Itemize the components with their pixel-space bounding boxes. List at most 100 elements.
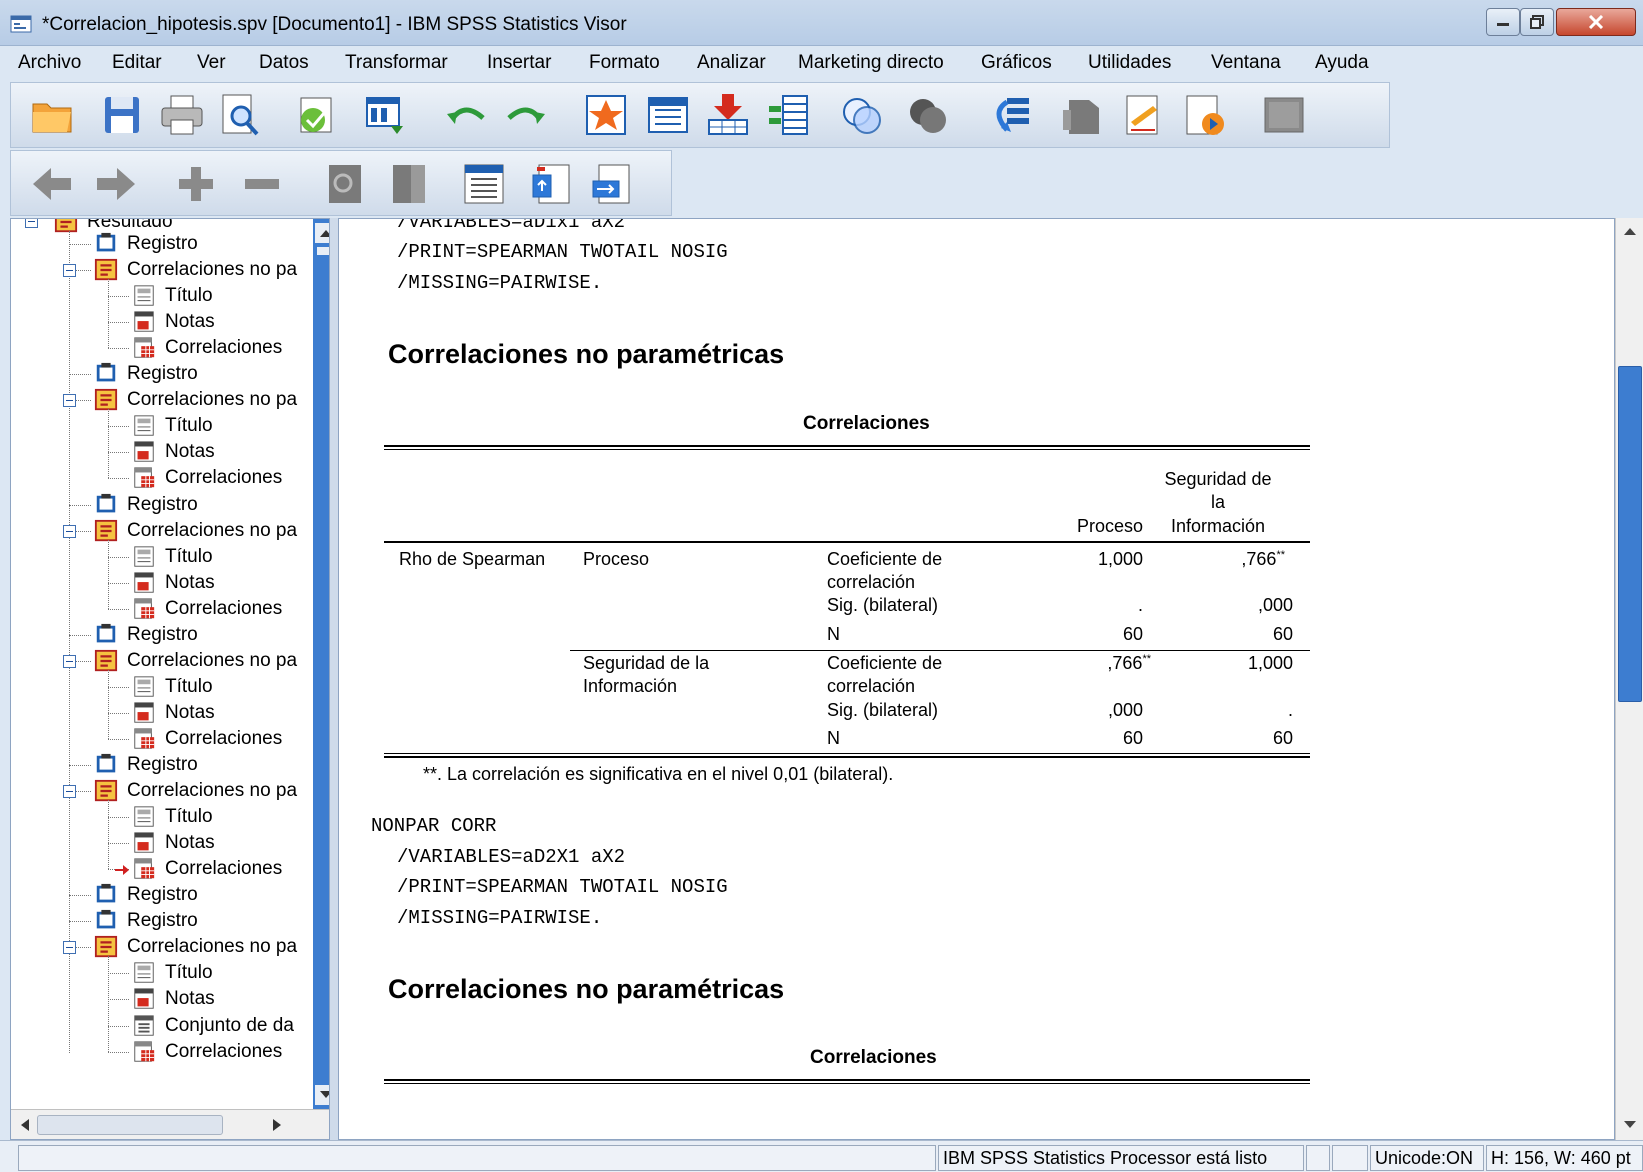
col-header-proceso: Proceso	[1076, 516, 1143, 536]
menu-datos[interactable]: Datos	[259, 52, 309, 74]
collapse-toggle[interactable]	[63, 785, 76, 799]
menu-insertar[interactable]: Insertar	[487, 52, 551, 74]
open-icon[interactable]	[29, 92, 75, 138]
minimize-button[interactable]	[1486, 8, 1520, 36]
scroll-up-icon[interactable]	[315, 223, 330, 243]
close-icon	[1588, 15, 1604, 29]
tree-connector	[108, 843, 129, 845]
maximize-button[interactable]	[1520, 8, 1554, 36]
tree-connector	[69, 504, 91, 506]
tree-item-label: Correlaciones no pa	[127, 936, 298, 958]
scroll-down-icon[interactable]	[1619, 1116, 1641, 1134]
menu-ventana[interactable]: Ventana	[1211, 52, 1281, 74]
outline-pane[interactable]: Resultado Registro Correlaciones no pa Títu…	[10, 218, 330, 1140]
collapse-toggle[interactable]	[63, 524, 76, 538]
close-button[interactable]	[1556, 8, 1636, 36]
tree-item-label: Correlaciones	[165, 727, 283, 749]
tree-connector	[108, 348, 129, 350]
select-cases-icon[interactable]	[987, 92, 1033, 138]
tree-connector	[108, 669, 109, 739]
tree-item-label: Correlaciones no pa	[127, 389, 298, 411]
content-scroll-thumb[interactable]	[1618, 366, 1642, 702]
export-icon[interactable]	[293, 92, 339, 138]
insert-title-icon[interactable]	[529, 161, 575, 207]
hide-icon[interactable]	[387, 161, 433, 207]
value-labels-icon[interactable]	[1059, 92, 1105, 138]
tree-connector	[69, 765, 91, 766]
table-footnote: **. La correlación es significativa en e…	[423, 764, 894, 784]
collapse-toggle[interactable]	[63, 394, 76, 408]
syntax-line: NONPAR CORR	[371, 815, 497, 837]
menu-graficos[interactable]: Gráficos	[981, 52, 1052, 74]
outline-hscroll-thumb[interactable]	[37, 1115, 223, 1135]
menu-analizar[interactable]: Analizar	[697, 52, 766, 74]
menu-ayuda[interactable]: Ayuda	[1315, 52, 1369, 74]
goto-case-icon[interactable]	[583, 92, 629, 138]
tree-item-label: Registro	[127, 363, 198, 385]
split-file-icon[interactable]	[839, 92, 885, 138]
scroll-down-icon[interactable]	[315, 1085, 330, 1105]
save-icon[interactable]	[99, 92, 145, 138]
table-icon	[134, 467, 155, 489]
pane-splitter[interactable]	[330, 218, 338, 1140]
table-bottom-rule	[384, 753, 1310, 754]
menu-marketing-directo[interactable]: Marketing directo	[798, 52, 944, 74]
collapse-toggle[interactable]	[63, 264, 76, 278]
output-content-pane[interactable]: /VARIABLES=aD1x1 aX2 /PRINT=SPEARMAN TWO…	[338, 218, 1615, 1140]
menu-transformar[interactable]: Transformar	[345, 52, 448, 74]
notes-icon	[134, 311, 154, 332]
undo-icon[interactable]	[443, 92, 489, 138]
run-script-icon[interactable]	[1181, 92, 1227, 138]
promote-icon[interactable]	[29, 161, 75, 207]
stat-label: Coeficiente de	[827, 653, 943, 673]
outline-horizontal-scrollbar[interactable]	[11, 1109, 329, 1139]
scroll-left-icon[interactable]	[15, 1114, 35, 1136]
status-empty-segment	[1306, 1145, 1330, 1171]
collapse-toggle[interactable]	[25, 219, 38, 228]
menu-archivo[interactable]: Archivo	[18, 52, 81, 74]
scroll-right-icon[interactable]	[267, 1114, 287, 1136]
tree-connector	[108, 296, 129, 298]
expand-icon[interactable]	[173, 161, 219, 207]
notes-icon	[134, 832, 154, 853]
content-vertical-scrollbar[interactable]	[1615, 218, 1643, 1140]
syntax-line: /PRINT=SPEARMAN TWOTAIL NOSIG	[397, 876, 728, 898]
recall-dialog-icon[interactable]	[361, 92, 407, 138]
tree-item-label: Notas	[165, 701, 215, 723]
scroll-up-icon[interactable]	[1619, 222, 1641, 240]
use-sets-icon[interactable]	[1121, 92, 1167, 138]
section-heading[interactable]: Correlaciones no paramétricas	[388, 974, 784, 1005]
section-heading[interactable]: Correlaciones no paramétricas	[388, 339, 784, 370]
tree-item-label: Registro	[127, 623, 198, 645]
tree-item-label: Título	[165, 545, 213, 567]
print-icon[interactable]	[159, 92, 205, 138]
tree-connector	[69, 231, 70, 1053]
insert-heading-icon[interactable]	[461, 161, 507, 207]
print-preview-icon[interactable]	[217, 92, 263, 138]
collapse-toggle[interactable]	[63, 654, 76, 668]
outline-scroll-thumb[interactable]	[317, 247, 329, 255]
menu-formato[interactable]: Formato	[589, 52, 660, 74]
collapse-toggle[interactable]	[63, 941, 76, 955]
menu-ver[interactable]: Ver	[197, 52, 226, 74]
show-icon[interactable]	[323, 161, 369, 207]
goto-variable-icon[interactable]	[645, 92, 691, 138]
unicode-status: Unicode:ON	[1370, 1145, 1484, 1171]
stat-label: Sig. (bilateral)	[827, 595, 939, 615]
collapse-icon[interactable]	[239, 161, 285, 207]
outline-vertical-scrollbar[interactable]	[313, 219, 330, 1109]
menu-utilidades[interactable]: Utilidades	[1088, 52, 1171, 74]
insert-cases-icon[interactable]	[705, 92, 751, 138]
demote-icon[interactable]	[93, 161, 139, 207]
menu-editar[interactable]: Editar	[112, 52, 162, 74]
insert-text-icon[interactable]	[589, 161, 635, 207]
window-title: *Correlacion_hipotesis.spv [Documento1] …	[42, 14, 627, 35]
redo-icon[interactable]	[503, 92, 549, 138]
tree-connector	[108, 582, 129, 584]
weight-cases-icon[interactable]	[905, 92, 951, 138]
log-icon	[96, 363, 116, 382]
designate-window-icon[interactable]	[1261, 92, 1307, 138]
col-header-seguridad: Seguridad de	[1164, 469, 1272, 489]
tree-connector	[108, 1051, 129, 1053]
insert-variable-icon[interactable]	[765, 92, 811, 138]
